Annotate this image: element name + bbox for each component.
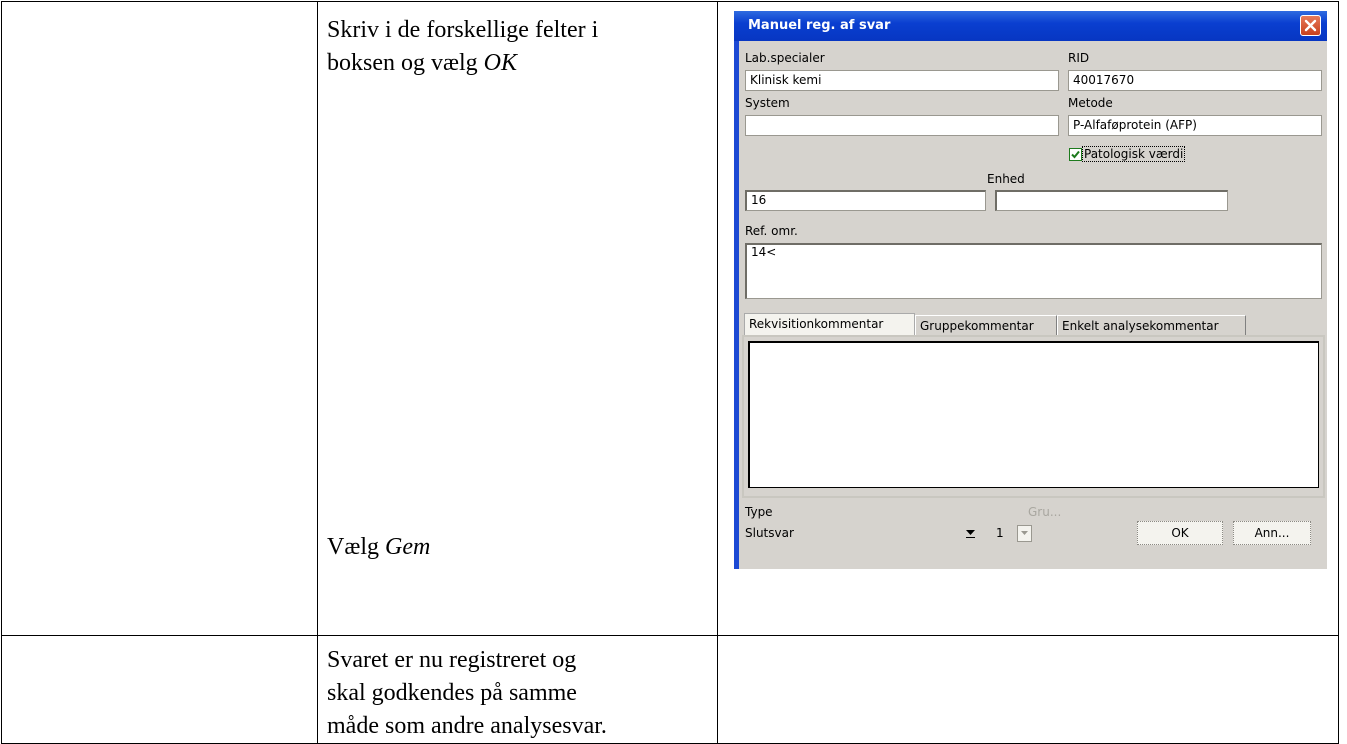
enhed-field[interactable] <box>995 190 1228 211</box>
rid-field[interactable]: 40017670 <box>1068 70 1322 91</box>
manual-result-dialog: Manuel reg. af svar Lab.specialer Klinis… <box>734 11 1327 569</box>
gru-label: Gru... <box>1028 505 1062 519</box>
status-line-3: måde som andre analysesvar. <box>327 713 607 739</box>
close-button[interactable] <box>1300 15 1321 36</box>
type-select-value[interactable]: Slutsvar <box>745 526 794 540</box>
patologisk-checkbox[interactable] <box>1069 148 1082 161</box>
system-label: System <box>745 96 790 110</box>
instruction-line-2: boksen og vælg OK <box>327 50 518 76</box>
table-col-divider-1 <box>317 1 318 744</box>
ref-omr-field[interactable]: 14< <box>745 243 1322 299</box>
chevron-down-icon <box>1021 531 1028 535</box>
dialog-title: Manuel reg. af svar <box>748 18 891 33</box>
lab-specialer-label: Lab.specialer <box>745 51 825 65</box>
table-border-top <box>1 1 1339 2</box>
enhed-label: Enhed <box>987 172 1025 186</box>
system-field[interactable] <box>745 115 1059 136</box>
gru-dropdown-button[interactable] <box>1017 525 1032 542</box>
status-line-2: skal godkendes på samme <box>327 680 577 706</box>
close-icon <box>1304 19 1317 32</box>
ref-omr-label: Ref. omr. <box>745 224 798 238</box>
instruction-save: Vælg Gem <box>327 534 431 560</box>
status-line-1: Svaret er nu registreret og <box>327 647 577 673</box>
lab-specialer-field[interactable]: Klinisk kemi <box>745 70 1059 91</box>
rid-label: RID <box>1068 51 1090 65</box>
tab-enkelt-analysekommentar[interactable]: Enkelt analysekommentar <box>1057 315 1246 337</box>
comment-textarea[interactable] <box>748 341 1319 488</box>
table-col-divider-2 <box>717 1 718 744</box>
type-dropdown-button[interactable] <box>963 525 978 542</box>
patologisk-label[interactable]: Patologisk værdi <box>1082 146 1186 162</box>
dialog-titlebar[interactable]: Manuel reg. af svar <box>734 11 1327 41</box>
table-row-divider <box>1 635 1339 636</box>
table-border-right <box>1338 1 1339 744</box>
ok-button[interactable]: OK <box>1137 521 1223 545</box>
result-value-field[interactable]: 16 <box>745 190 986 211</box>
metode-label: Metode <box>1068 96 1113 110</box>
type-label: Type <box>745 505 773 519</box>
gru-select-value[interactable]: 1 <box>996 526 1004 540</box>
table-border-left <box>1 1 2 744</box>
cancel-button[interactable]: Ann... <box>1233 521 1311 545</box>
checkmark-icon <box>1071 150 1080 159</box>
instruction-line-1: Skriv i de forskellige felter i <box>327 17 599 43</box>
comment-tab-panel <box>742 335 1325 498</box>
tab-gruppekommentar[interactable]: Gruppekommentar <box>915 315 1057 337</box>
tab-rekvisitionkommentar[interactable]: Rekvisitionkommentar <box>744 313 915 337</box>
metode-field[interactable]: P-Alfaføprotein (AFP) <box>1068 115 1322 136</box>
chevron-down-icon <box>966 530 975 535</box>
